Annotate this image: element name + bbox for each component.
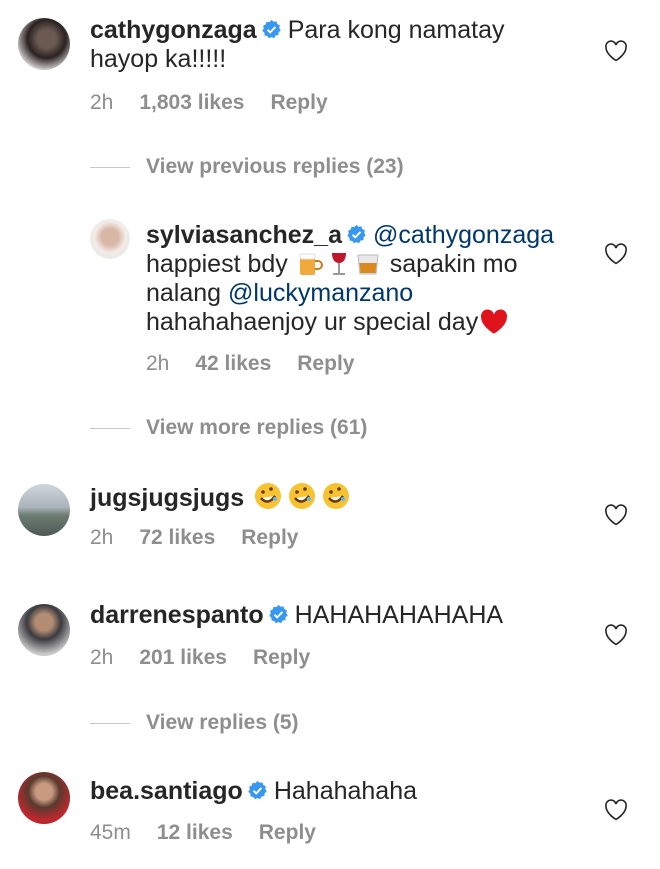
view-replies-button[interactable]: View replies (5): [90, 711, 299, 735]
comment-text: Hahahahaha: [273, 777, 418, 805]
comment-meta: 2h 42 likes Reply: [146, 352, 380, 376]
avatar[interactable]: [90, 219, 130, 259]
username[interactable]: bea.santiago: [90, 777, 243, 805]
reply-button[interactable]: Reply: [297, 352, 354, 375]
view-previous-replies-button[interactable]: View previous replies (23): [90, 155, 404, 179]
likes-count[interactable]: 201 likes: [139, 646, 227, 669]
verified-badge-icon: [347, 224, 366, 244]
reply-button[interactable]: Reply: [259, 821, 316, 844]
divider-line: [90, 166, 130, 168]
username[interactable]: cathygonzaga: [90, 16, 257, 44]
username[interactable]: jugsjugsjugs: [90, 484, 244, 512]
comment-body: sylviasanchez_a @cathygonzaga happiest bd…: [146, 221, 576, 337]
avatar[interactable]: [18, 484, 70, 536]
comment-text: Para kong namatay: [287, 16, 505, 44]
comment-meta: 45m 12 likes Reply: [90, 821, 342, 845]
comment-text: HAHAHAHAHAHA: [294, 601, 504, 629]
heart-outline-icon[interactable]: [604, 624, 628, 646]
comment-body: jugsjugsjugs: [90, 481, 353, 513]
heart-outline-icon[interactable]: [604, 504, 628, 526]
likes-count[interactable]: 12 likes: [157, 821, 233, 844]
reply-button[interactable]: Reply: [241, 526, 298, 549]
view-more-replies-label: View more replies (61): [146, 416, 368, 439]
verified-badge-icon: [268, 604, 288, 624]
username[interactable]: sylviasanchez_a: [146, 221, 342, 249]
comment-body: bea.santiago Hahahahaha: [90, 777, 417, 806]
mention-link[interactable]: @cathygonzaga: [373, 221, 554, 249]
comment-meta: 2h 201 likes Reply: [90, 646, 336, 670]
divider-line: [90, 722, 130, 724]
mention-link-2[interactable]: @luckymanzano: [228, 279, 413, 307]
comment-text-line2b: sapakin mo: [389, 250, 518, 278]
heart-outline-icon[interactable]: [604, 243, 628, 265]
avatar[interactable]: [18, 604, 70, 656]
timestamp: 2h: [90, 526, 114, 549]
likes-count[interactable]: 42 likes: [195, 352, 271, 375]
reply-button[interactable]: Reply: [253, 646, 310, 669]
timestamp: 2h: [146, 352, 170, 375]
comment-body: darrenespanto HAHAHAHAHAHA: [90, 601, 503, 630]
comment-body: cathygonzaga Para kong namatay hayop ka!!…: [90, 16, 590, 74]
verified-badge-icon: [248, 780, 267, 800]
comment-text-line2a: happiest bdy: [146, 250, 288, 278]
comment-text-line3: nalang: [146, 279, 222, 307]
comment-meta: 2h 1,803 likes Reply: [90, 91, 354, 115]
heart-outline-icon[interactable]: [604, 799, 628, 821]
verified-badge-icon: [262, 19, 281, 39]
view-previous-replies-label: View previous replies (23): [146, 155, 404, 178]
avatar[interactable]: [18, 18, 70, 70]
timestamp: 2h: [90, 91, 114, 114]
divider-line: [90, 427, 130, 429]
rofl-emoji-icon: [323, 483, 350, 509]
likes-count[interactable]: 1,803 likes: [139, 91, 244, 114]
username[interactable]: darrenespanto: [90, 601, 264, 629]
avatar[interactable]: [18, 772, 70, 824]
view-replies-label: View replies (5): [146, 711, 299, 734]
comment-text-line2: hayop ka!!!!!: [90, 45, 227, 73]
view-more-replies-button[interactable]: View more replies (61): [90, 416, 367, 440]
red-heart-icon: [481, 309, 508, 334]
timestamp: 45m: [90, 821, 131, 844]
timestamp: 2h: [90, 646, 114, 669]
comment-meta: 2h 72 likes Reply: [90, 526, 324, 550]
reply-button[interactable]: Reply: [270, 91, 327, 114]
wine-glass-icon: [331, 253, 346, 275]
beer-mug-icon: [299, 253, 323, 275]
heart-outline-icon[interactable]: [604, 40, 628, 62]
likes-count[interactable]: 72 likes: [139, 526, 215, 549]
rofl-emoji-icon: [289, 483, 316, 509]
rofl-emoji-icon: [255, 483, 282, 509]
comment-text-line4: hahahahaenjoy ur special day: [146, 308, 479, 336]
tumbler-glass-icon: [357, 254, 379, 275]
